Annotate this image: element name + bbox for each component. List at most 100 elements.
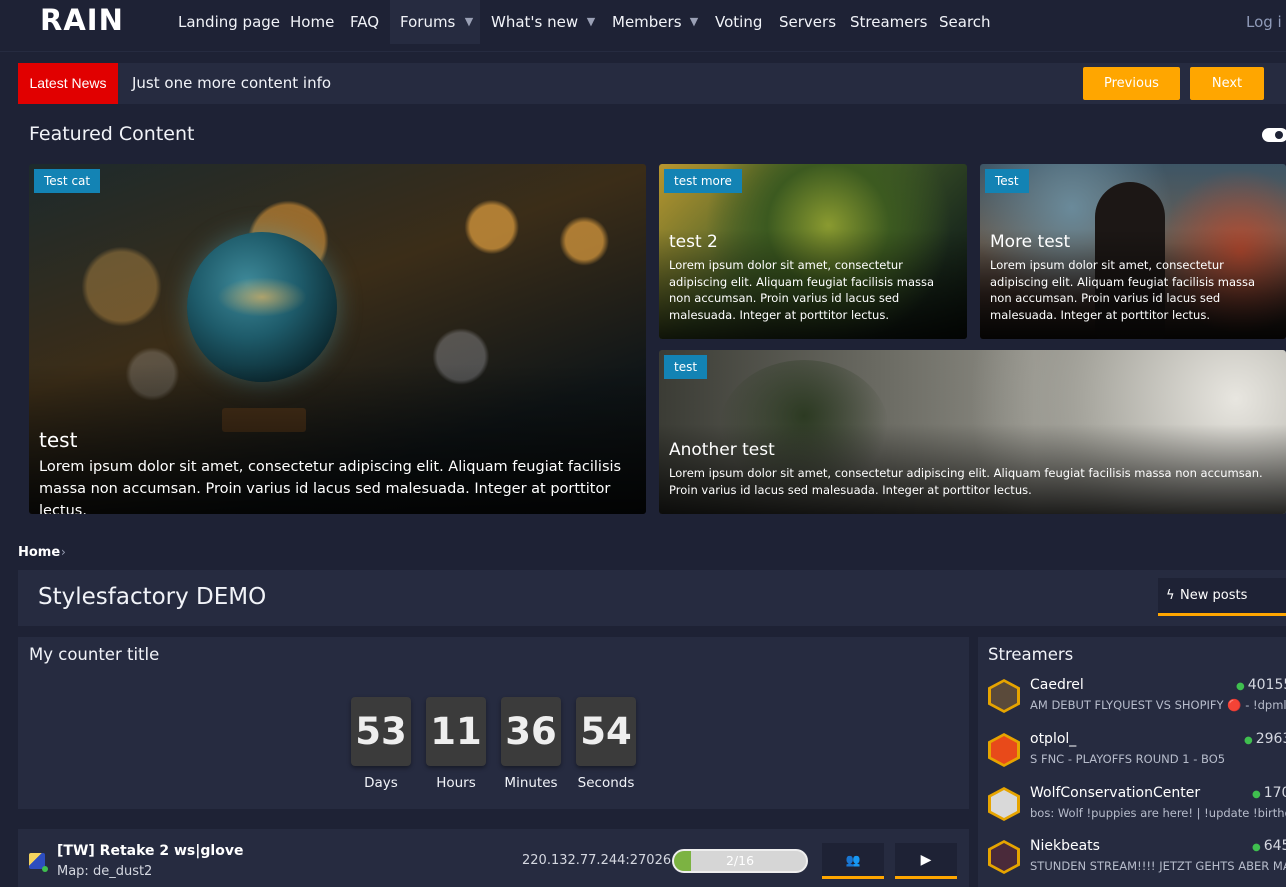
days-label: Days (364, 775, 398, 791)
news-text[interactable]: Just one more content info (132, 63, 331, 104)
streamer-viewers: ●40155 (1236, 677, 1286, 693)
nav-landing-page[interactable]: Landing page (168, 0, 290, 44)
streamer-avatar (988, 787, 1020, 821)
avatar-image (991, 682, 1017, 710)
viewer-count: 645 (1263, 838, 1286, 854)
featured-card-1[interactable]: Test cat test Lorem ipsum dolor sit amet… (29, 164, 646, 514)
streamer-name[interactable]: otplol_ (1030, 731, 1076, 747)
counter-title: My counter title (29, 645, 160, 664)
streamer-item[interactable]: WolfConservationCenter ●170 bos: Wolf !p… (978, 785, 1286, 835)
avatar-image (991, 736, 1017, 764)
breadcrumb-home[interactable]: Home (18, 545, 60, 560)
card-title[interactable]: test 2 (669, 232, 718, 252)
page-header: Stylesfactory DEMO ϟ New posts (18, 570, 1286, 626)
forums-chevron-down-icon[interactable]: ▼ (458, 0, 480, 44)
avatar-image (991, 790, 1017, 818)
news-next-button[interactable]: Next (1190, 67, 1264, 100)
live-dot-icon: ● (1252, 842, 1261, 853)
card-category-badge[interactable]: test (664, 355, 708, 379)
streamer-avatar (988, 733, 1020, 767)
featured-card-2[interactable]: test more test 2 Lorem ipsum dolor sit a… (659, 164, 967, 339)
live-dot-icon: ● (1236, 681, 1245, 692)
streamer-item[interactable]: otplol_ ●2963 S FNC - PLAYOFFS ROUND 1 -… (978, 731, 1286, 781)
nav-faq[interactable]: FAQ (340, 0, 389, 44)
streamer-status: S FNC - PLAYOFFS ROUND 1 - BO5 (1030, 752, 1226, 766)
card-category-badge[interactable]: Test cat (34, 169, 101, 193)
streamer-avatar (988, 679, 1020, 713)
featured-content-title: Featured Content (29, 123, 195, 145)
featured-card-3[interactable]: Test More test Lorem ipsum dolor sit ame… (980, 164, 1286, 339)
page-title: Stylesfactory DEMO (38, 584, 267, 610)
viewer-count: 2963 (1255, 731, 1286, 747)
card-category-badge[interactable]: test more (664, 169, 742, 193)
nav-whats-new[interactable]: What's new (481, 0, 588, 44)
news-previous-button[interactable]: Previous (1083, 67, 1180, 100)
new-posts-button[interactable]: ϟ New posts (1158, 578, 1286, 616)
avatar-image (991, 843, 1017, 871)
site-logo[interactable]: RAIN (40, 3, 124, 37)
hours-label: Hours (436, 775, 476, 791)
nav-servers[interactable]: Servers (769, 0, 846, 44)
viewer-count: 40155 (1247, 677, 1286, 693)
streamer-avatar (988, 840, 1020, 874)
login-link[interactable]: Log i (1246, 0, 1282, 44)
crystal-ball-image (187, 232, 337, 382)
countdown-widget: My counter title 53 11 36 54 Days Hours … (18, 637, 969, 809)
streamer-viewers: ●170 (1252, 785, 1286, 801)
live-dot-icon: ● (1252, 789, 1261, 800)
new-posts-label: New posts (1180, 588, 1248, 603)
hours-value: 11 (426, 697, 486, 766)
server-ip[interactable]: 220.132.77.244:27026 (522, 853, 671, 868)
nav-streamers[interactable]: Streamers (840, 0, 937, 44)
users-icon: 👥 (845, 853, 861, 867)
nav-home[interactable]: Home (280, 0, 344, 44)
latest-news-label: Latest News (18, 63, 118, 104)
minutes-value: 36 (501, 697, 561, 766)
play-icon: ▶ (920, 852, 932, 868)
nav-voting[interactable]: Voting (705, 0, 772, 44)
streamers-title: Streamers (988, 645, 1074, 664)
nav-search[interactable]: Search (929, 0, 1001, 44)
seconds-label: Seconds (577, 775, 635, 791)
server-map: Map: de_dust2 (57, 864, 153, 879)
card-description: Lorem ipsum dolor sit amet, consectetur … (669, 258, 935, 322)
seconds-value: 54 (576, 697, 636, 766)
featured-card-4[interactable]: test Another test Lorem ipsum dolor sit … (659, 350, 1286, 514)
streamer-status: AM DEBUT FLYQUEST VS SHOPIFY 🔴 - !dpmlol (1030, 698, 1286, 712)
card-description: Lorem ipsum dolor sit amet, consectetur … (669, 466, 1263, 497)
live-dot-icon: ● (1244, 735, 1253, 746)
whats-new-chevron-down-icon[interactable]: ▼ (580, 0, 602, 44)
streamers-widget: Streamers Caedrel ●40155 AM DEBUT FLYQUE… (978, 637, 1286, 887)
bolt-icon: ϟ (1166, 588, 1175, 603)
card-description: Lorem ipsum dolor sit amet, consectetur … (990, 258, 1256, 322)
streamer-viewers: ●2963 (1244, 731, 1286, 747)
streamer-name[interactable]: Caedrel (1030, 677, 1084, 693)
card-description: Lorem ipsum dolor sit amet, consectetur … (39, 459, 622, 514)
players-list-button[interactable]: 👥 (822, 843, 884, 879)
nav-members[interactable]: Members (602, 0, 692, 44)
streamer-item[interactable]: Caedrel ●40155 AM DEBUT FLYQUEST VS SHOP… (978, 677, 1286, 727)
news-ticker: Latest News Just one more content info P… (18, 63, 1286, 104)
streamer-viewers: ●645 (1252, 838, 1286, 854)
server-name[interactable]: [TW] Retake 2 ws|glove (57, 843, 243, 859)
players-progress-bar: 2/16 (672, 849, 808, 873)
breadcrumb-chevron-icon: › (61, 545, 66, 559)
players-count: 2/16 (725, 853, 755, 868)
card-title[interactable]: Another test (669, 440, 775, 460)
days-value: 53 (351, 697, 411, 766)
connect-button[interactable]: ▶ (895, 843, 957, 879)
card-category-badge[interactable]: Test (985, 169, 1029, 193)
minutes-label: Minutes (504, 775, 558, 791)
card-title[interactable]: More test (990, 232, 1070, 252)
server-row: [TW] Retake 2 ws|glove Map: de_dust2 220… (18, 829, 969, 887)
members-chevron-down-icon[interactable]: ▼ (683, 0, 705, 44)
featured-toggle[interactable] (1262, 128, 1286, 142)
viewer-count: 170 (1263, 785, 1286, 801)
top-navigation: RAIN Landing page Home FAQ Forums ▼ What… (0, 0, 1286, 52)
streamer-item[interactable]: Niekbeats ●645 STUNDEN STREAM!!!! JETZT … (978, 838, 1286, 887)
streamer-name[interactable]: Niekbeats (1030, 838, 1100, 854)
streamer-status: bos: Wolf !puppies are here! | !update !… (1030, 806, 1286, 820)
online-status-icon (42, 866, 48, 872)
streamer-name[interactable]: WolfConservationCenter (1030, 785, 1200, 801)
card-title[interactable]: test (39, 428, 77, 452)
